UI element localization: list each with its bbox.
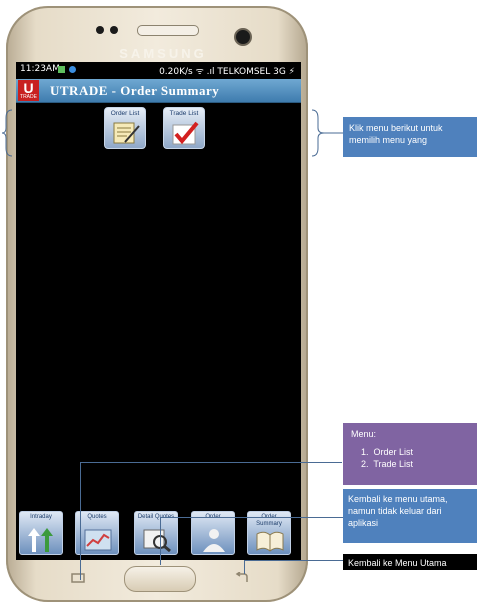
connector-line bbox=[244, 560, 343, 561]
status-time: 11:23AM bbox=[20, 64, 60, 74]
connector-line bbox=[244, 560, 245, 574]
arrows-up-icon bbox=[28, 528, 53, 552]
phone-screen: 11:23AM 0.20K/s ᯤ .ıl TELKOMSEL 3G ⚡ U T… bbox=[16, 62, 301, 560]
connector-line bbox=[160, 517, 343, 518]
connector-line bbox=[80, 462, 81, 580]
callout-menu-list: Menu: 1. Order List 2. Trade List bbox=[343, 423, 477, 485]
speaker-grille bbox=[137, 25, 199, 36]
callout-bracket bbox=[311, 109, 346, 157]
connector-line bbox=[80, 462, 342, 463]
notification-icon bbox=[58, 66, 65, 73]
notification-icon bbox=[69, 66, 76, 73]
chart-icon bbox=[84, 529, 112, 551]
home-button[interactable] bbox=[124, 566, 196, 592]
bottom-menu-quotes[interactable]: Quotes bbox=[75, 511, 119, 555]
trade-list-button[interactable]: Trade List bbox=[163, 107, 205, 149]
callout-menu-item: 1. Order List bbox=[361, 447, 414, 457]
back-icon[interactable] bbox=[234, 572, 250, 584]
callout-back-menu: Kembali ke Menu Utama bbox=[343, 554, 477, 570]
app-title-bar: U TRADE UTRADE - Order Summary bbox=[16, 79, 301, 103]
front-camera-icon bbox=[234, 28, 252, 46]
callout-menu-item: 2. Trade List bbox=[361, 459, 414, 469]
brand-logo: SAMSUNG bbox=[119, 46, 207, 61]
bottom-menu-intraday[interactable]: Intraday bbox=[19, 511, 63, 555]
callout-bracket-left bbox=[2, 109, 13, 157]
callout-back-main: Kembali ke menu utama, namun tidak kelua… bbox=[343, 489, 477, 543]
person-icon bbox=[203, 529, 225, 552]
callout-top-menu: Klik menu berikut untuk memilih menu yan… bbox=[343, 117, 477, 157]
book-icon bbox=[256, 531, 284, 552]
status-bar: 11:23AM 0.20K/s ᯤ .ıl TELKOMSEL 3G ⚡ bbox=[16, 62, 301, 78]
checkmark-icon bbox=[172, 121, 199, 145]
sensor-icon bbox=[96, 26, 104, 34]
magnifier-icon bbox=[143, 529, 171, 552]
page-title: UTRADE - Order Summary bbox=[50, 83, 220, 98]
callout-menu-title: Menu: bbox=[351, 429, 377, 439]
recent-apps-icon[interactable] bbox=[70, 572, 86, 584]
status-right: 0.20K/s ᯤ .ıl TELKOMSEL 3G ⚡ bbox=[159, 67, 295, 77]
sensor-icon bbox=[110, 26, 118, 34]
connector-line bbox=[160, 517, 161, 565]
utrade-logo: U TRADE bbox=[18, 80, 39, 101]
order-list-button[interactable]: Order List bbox=[104, 107, 146, 149]
document-pen-icon bbox=[113, 122, 140, 144]
